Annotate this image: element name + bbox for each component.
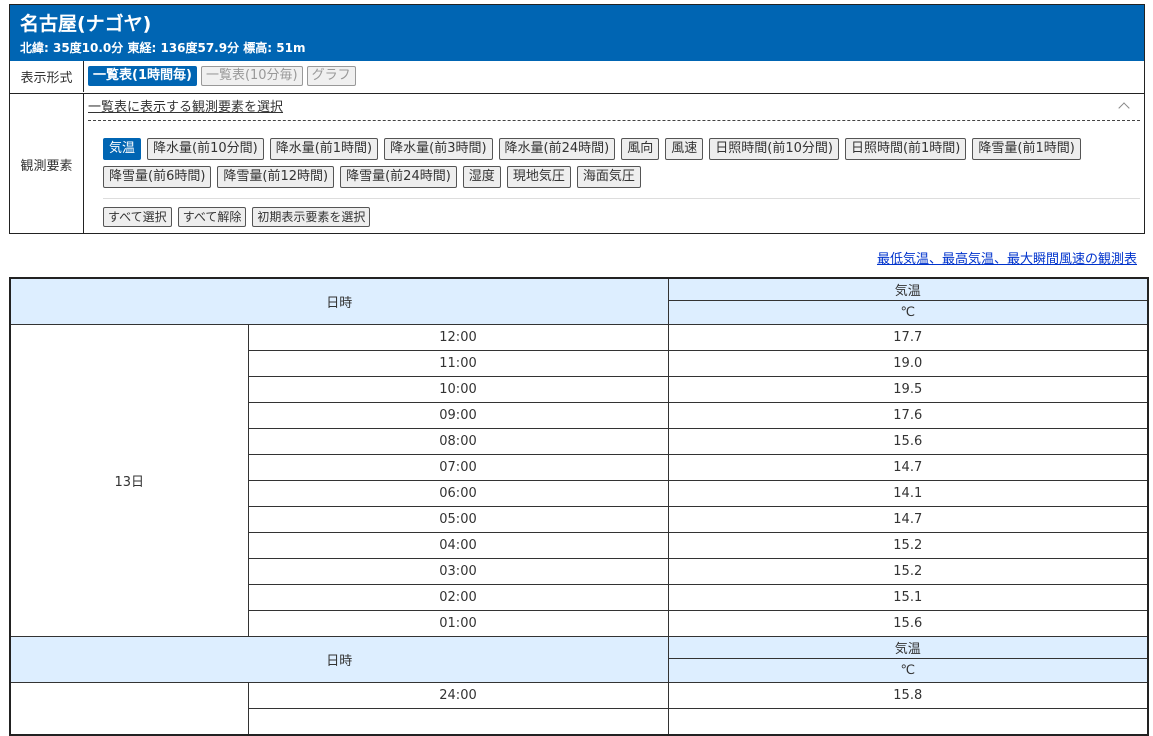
selection-actions: すべて選択 すべて解除 初期表示要素を選択: [103, 207, 371, 227]
time-cell: 04:00: [247, 531, 669, 559]
format-button-2[interactable]: グラフ: [306, 66, 356, 86]
datetime-header: 日時: [9, 277, 669, 325]
extremes-table-link[interactable]: 最低気温、最高気温、最大瞬間風速の観測表: [877, 248, 1137, 267]
temperature-cell: 15.2: [667, 557, 1149, 585]
observation-elements-row: 観測要素 一覧表に表示する観測要素を選択 気温 降水量(前10分間) 降水量(前1時…: [10, 94, 1144, 234]
temperature-cell: 17.6: [667, 401, 1149, 429]
element-button-2[interactable]: 降水量(前1時間): [269, 138, 379, 160]
temperature-cell: 15.8: [667, 681, 1149, 709]
time-cell: [247, 707, 669, 735]
format-button-0[interactable]: 一覧表(1時間毎): [88, 66, 197, 86]
datetime-header: 日時: [9, 635, 669, 683]
temperature-header: 気温: [667, 277, 1149, 301]
station-coords: 北緯: 35度10.0分 東経: 136度57.9分 標高: 51m: [20, 41, 306, 55]
element-button-11[interactable]: 降雪量(前12時間): [217, 166, 335, 188]
element-button-4[interactable]: 降水量(前24時間): [498, 138, 616, 160]
time-cell: 08:00: [247, 427, 669, 455]
temperature-cell: 14.7: [667, 453, 1149, 481]
station-name: 名古屋(ナゴヤ): [20, 13, 152, 35]
time-cell: 11:00: [247, 349, 669, 377]
temperature-cell: 15.6: [667, 609, 1149, 637]
table-row: 13日 12:00 17.7: [9, 323, 1149, 637]
table-row: 24:00 15.8: [9, 681, 1149, 735]
time-cell: 09:00: [247, 401, 669, 429]
element-button-14[interactable]: 現地気圧: [506, 166, 571, 188]
element-button-6[interactable]: 風速: [665, 138, 704, 160]
divider: [103, 198, 1140, 199]
element-button-7[interactable]: 日照時間(前10分間): [709, 138, 839, 160]
element-button-10[interactable]: 降雪量(前6時間): [103, 166, 212, 188]
temperature-header: 気温: [667, 635, 1149, 659]
day-cell: 13日: [9, 323, 249, 637]
observation-elements-label: 観測要素: [10, 94, 84, 234]
temperature-cell: 19.0: [667, 349, 1149, 377]
element-button-0[interactable]: 気温: [103, 138, 142, 160]
element-button-8[interactable]: 日照時間(前1時間): [844, 138, 967, 160]
temperature-cell: 14.7: [667, 505, 1149, 533]
element-button-1[interactable]: 降水量(前10分間): [147, 138, 264, 160]
table-header-row: 日時 気温: [9, 635, 1149, 683]
time-cell: 12:00: [247, 323, 669, 351]
display-format-label: 表示形式: [10, 61, 84, 92]
time-cell: 07:00: [247, 453, 669, 481]
element-button-13[interactable]: 湿度: [462, 166, 501, 188]
station-panel: 名古屋(ナゴヤ) 北緯: 35度10.0分 東経: 136度57.9分 標高: …: [9, 4, 1145, 234]
display-format-buttons: 一覧表(1時間毎) 一覧表(10分毎) グラフ: [88, 66, 356, 86]
deselect-all-button[interactable]: すべて解除: [177, 207, 247, 227]
element-select-toggle-label: 一覧表に表示する観測要素を選択: [88, 100, 284, 115]
element-buttons: 気温 降水量(前10分間) 降水量(前1時間) 降水量(前3時間) 降水量(前24時間)…: [103, 138, 1133, 188]
element-button-15[interactable]: 海面気圧: [576, 166, 641, 188]
element-button-3[interactable]: 降水量(前3時間): [384, 138, 493, 160]
temperature-cell: 15.6: [667, 427, 1149, 455]
format-button-1[interactable]: 一覧表(10分毎): [200, 66, 303, 86]
time-cell: 06:00: [247, 479, 669, 507]
temperature-cell: [667, 707, 1149, 735]
element-button-5[interactable]: 風向: [621, 138, 660, 160]
time-cell: 03:00: [247, 557, 669, 585]
select-all-button[interactable]: すべて選択: [103, 207, 172, 227]
temperature-cell: 19.5: [667, 375, 1149, 403]
temperature-unit-header: ℃: [667, 657, 1149, 683]
temperature-cell: 15.2: [667, 531, 1149, 559]
time-cell: 05:00: [247, 505, 669, 533]
chevron-up-icon[interactable]: [1118, 102, 1130, 114]
temperature-cell: 17.7: [667, 323, 1149, 351]
time-cell: 24:00: [247, 681, 669, 709]
select-default-button[interactable]: 初期表示要素を選択: [252, 207, 371, 227]
observation-table: 日時 気温 ℃ 13日 12:00 17.7 11:00 19.0 10:00 19.5 09:00…: [9, 277, 1150, 736]
table-header-row: 日時 気温: [9, 277, 1149, 325]
time-cell: 01:00: [247, 609, 669, 637]
element-button-9[interactable]: 降雪量(前1時間): [972, 138, 1081, 160]
element-select-toggle[interactable]: 一覧表に表示する観測要素を選択: [88, 98, 1140, 121]
time-cell: 10:00: [247, 375, 669, 403]
temperature-cell: 15.1: [667, 583, 1149, 611]
station-header: 名古屋(ナゴヤ) 北緯: 35度10.0分 東経: 136度57.9分 標高: …: [10, 5, 1144, 61]
element-button-12[interactable]: 降雪量(前24時間): [340, 166, 457, 188]
temperature-unit-header: ℃: [667, 299, 1149, 325]
day-cell: [9, 681, 249, 735]
time-cell: 02:00: [247, 583, 669, 611]
temperature-cell: 14.1: [667, 479, 1149, 507]
display-format-row: 表示形式 一覧表(1時間毎) 一覧表(10分毎) グラフ: [10, 61, 1144, 94]
